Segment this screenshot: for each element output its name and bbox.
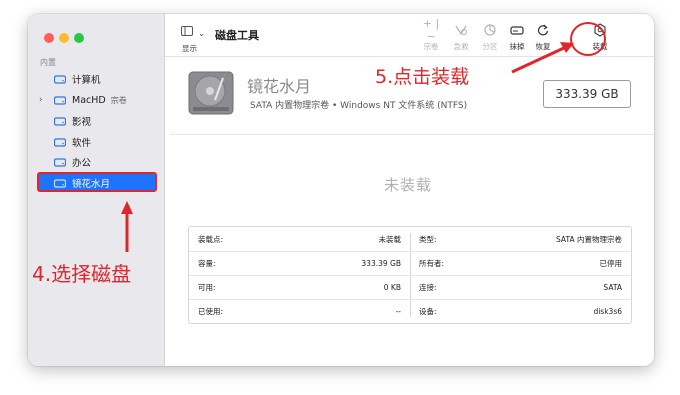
info-icon (648, 22, 654, 38)
sidebar-item-label: 计算机 (72, 75, 101, 86)
chevron-right-icon[interactable]: › (39, 95, 43, 105)
erase-icon (503, 22, 531, 38)
mount-button-highlight-circle (570, 22, 606, 56)
view-toggle-button[interactable]: ⌄ (181, 26, 205, 39)
disk-name: 镜花水月 (247, 77, 312, 96)
disk-size-box: 333.39 GB (543, 80, 631, 108)
table-value: 0 KB (383, 282, 401, 292)
partition-icon (476, 22, 504, 38)
sidebar-item-label: 镜花水月 (72, 179, 111, 190)
hard-drive-icon (187, 70, 237, 120)
table-label: 类型: (419, 234, 437, 244)
volume-button[interactable]: + | − 宗卷 (417, 17, 445, 52)
table-value: SATA (603, 282, 622, 292)
info-table: 装载点: 未装载 类型: SATA 内置物理宗卷 容量: 333.39 GB 所… (188, 226, 632, 324)
table-label: 连接: (419, 282, 437, 292)
sidebar-item-label: 影视 (72, 117, 92, 128)
table-label: 装载点: (198, 234, 224, 244)
sidebar-item-label: 软件 (72, 138, 92, 149)
disk-icon (54, 138, 66, 147)
sidebar-section-internal: 内置 (40, 58, 56, 67)
sidebar-item-sublabel: 宗卷 (110, 95, 127, 105)
annotation-step-5: 5.点击装载 (375, 66, 470, 88)
partition-button-label: 分区 (482, 42, 498, 51)
info-button-label: 简介 (648, 41, 654, 52)
info-button[interactable]: 简介 (648, 22, 654, 52)
restore-icon (529, 22, 557, 38)
table-row: 可用: 0 KB 连接: SATA (189, 275, 631, 300)
chevron-down-icon: ⌄ (198, 29, 205, 38)
table-value: 333.39 GB (361, 258, 401, 268)
unmounted-status: 未装载 (384, 176, 433, 194)
close-window-button[interactable] (44, 33, 54, 43)
table-row: 已使用: -- 设备: disk3s6 (189, 299, 631, 323)
sidebar-item-jinghuashuiyue[interactable]: 镜花水月 (54, 175, 110, 191)
disk-icon (54, 179, 66, 188)
sidebar-item-computer[interactable]: 计算机 (54, 71, 101, 87)
sidebar-item-office[interactable]: 办公 (54, 154, 91, 170)
annotation-step-4: 4.选择磁盘 (32, 262, 132, 286)
table-label: 已使用: (198, 306, 224, 316)
divider (170, 134, 654, 135)
table-label: 可用: (198, 282, 216, 292)
restore-button-label: 恢复 (535, 42, 551, 51)
table-value: SATA 内置物理宗卷 (556, 234, 622, 244)
table-row: 装载点: 未装载 类型: SATA 内置物理宗卷 (189, 227, 631, 252)
sidebar-item-machd[interactable]: MacHD 宗卷 (54, 92, 127, 108)
disk-icon (54, 75, 66, 84)
app-title: 磁盘工具 (215, 29, 259, 42)
sidebar-item-movies[interactable]: 影视 (54, 113, 91, 129)
first-aid-button-label: 急救 (453, 42, 469, 51)
sidebar: 内置 计算机 › MacHD 宗卷 影视 软件 办公 镜花水月 (28, 14, 165, 366)
disk-icon (54, 96, 66, 105)
first-aid-icon (447, 22, 475, 38)
first-aid-button[interactable]: 急救 (447, 22, 475, 52)
sidebar-item-label: 办公 (72, 158, 92, 169)
zoom-window-button[interactable] (74, 33, 84, 43)
erase-button[interactable]: 抹掉 (503, 22, 531, 52)
disk-icon (54, 117, 66, 126)
erase-button-label: 抹掉 (509, 42, 525, 51)
minimize-window-button[interactable] (59, 33, 69, 43)
sidebar-item-label: MacHD (72, 94, 106, 106)
table-label: 容量: (198, 258, 216, 268)
disk-description: SATA 内置物理宗卷 • Windows NT 文件系统 (NTFS) (250, 101, 468, 111)
table-value: 已停用 (599, 258, 623, 268)
partition-button[interactable]: 分区 (476, 22, 504, 52)
plus-minus-icon: + | − (422, 17, 440, 43)
table-value: -- (395, 306, 401, 316)
table-label: 所有者: (419, 258, 445, 268)
table-value: 未装载 (378, 234, 402, 244)
table-row: 容量: 333.39 GB 所有者: 已停用 (189, 251, 631, 276)
view-label: 显示 (182, 44, 197, 53)
table-value: disk3s6 (593, 306, 622, 316)
table-label: 设备: (419, 306, 437, 316)
sidebar-item-software[interactable]: 软件 (54, 134, 91, 150)
disk-icon (54, 158, 66, 167)
restore-button[interactable]: 恢复 (529, 22, 557, 52)
sidebar-toggle-icon (181, 26, 193, 36)
